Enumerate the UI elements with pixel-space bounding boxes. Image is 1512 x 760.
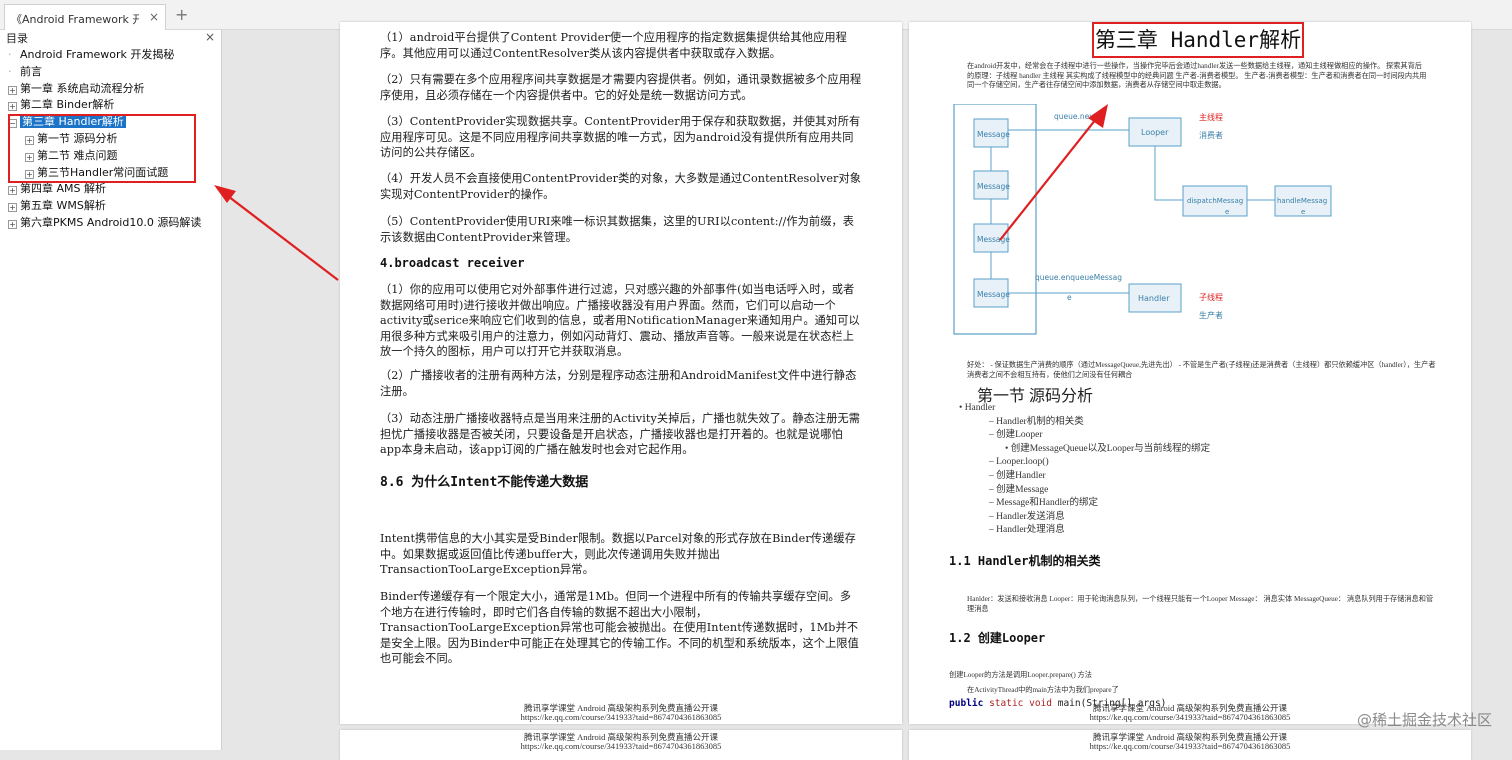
highlight-box: [8, 114, 196, 183]
new-tab-icon[interactable]: +: [175, 5, 188, 24]
looper-label: Looper: [1141, 128, 1169, 137]
page-footer: 腾讯享学课堂 Android 高级架构系列免费直播公开课 https://ke.…: [340, 704, 902, 722]
benefit-text: 好处： - 保证数据生产消费的顺序（通过MessageQueue,先进先出） -…: [967, 361, 1437, 380]
toc-item[interactable]: ·Android Framework 开发揭秘: [8, 47, 218, 64]
paragraph: （2）广播接收者的注册有两种方法，分别是程序动态注册和AndroidManife…: [380, 368, 862, 399]
subsection-heading: 1.1 Handler机制的相关类: [949, 552, 1100, 569]
paragraph: （5）ContentProvider使用URI来唯一标识其数据集，这里的URI以…: [380, 214, 862, 245]
toc-item-label: 前言: [20, 65, 42, 78]
toc-item-label: 第一章 系统启动流程分析: [20, 82, 145, 95]
toc-item[interactable]: +第六章PKMS Android10.0 源码解读: [8, 215, 218, 232]
section-outline: • Handler– Handler机制的相关类– 创建Looper• 创建Me…: [959, 402, 1210, 538]
dispatch-label: dispatchMessag: [1187, 197, 1243, 205]
tab-close-icon[interactable]: ×: [149, 10, 159, 24]
toc-item[interactable]: ·前言: [8, 64, 218, 81]
child-thread-label: 子线程: [1199, 292, 1223, 302]
pdf-page-next-right: 腾讯享学课堂 Android 高级架构系列免费直播公开课 https://ke.…: [909, 730, 1471, 760]
section-heading: 4.broadcast receiver: [380, 256, 525, 270]
subsection-text: Hanlder：发送和接收消息 Looper：用于轮询消息队列，一个线程只能有一…: [967, 595, 1437, 614]
expand-icon[interactable]: +: [8, 102, 17, 111]
paragraph: （3）ContentProvider实现数据共享。ContentProvider…: [380, 114, 862, 161]
handle-label: handleMessag: [1277, 197, 1327, 205]
outline-item: – Handler处理消息: [959, 524, 1210, 538]
toc-header: 目录 ×: [0, 30, 221, 44]
outline-item: – 创建Looper: [959, 429, 1210, 443]
producer-label: 生产者: [1199, 310, 1223, 320]
paragraph: Intent携带信息的大小其实是受Binder限制。数据以Parcel对象的形式…: [380, 531, 862, 578]
main-thread-label: 主线程: [1199, 112, 1223, 122]
expand-icon[interactable]: +: [8, 86, 17, 95]
consumer-label: 消费者: [1199, 130, 1223, 140]
toc-item-label: 第四章 AMS 解析: [20, 182, 106, 195]
toc-item-label: Android Framework 开发揭秘: [20, 48, 174, 61]
page-header-text: 腾讯享学课堂 Android 高级架构系列免费直播公开课 https://ke.…: [909, 733, 1471, 751]
toc-item[interactable]: +第一章 系统启动流程分析: [8, 81, 218, 98]
tree-leaf-icon: ·: [8, 64, 17, 81]
expand-icon[interactable]: +: [8, 203, 17, 212]
handler-label: Handler: [1138, 294, 1170, 303]
paragraph: （2）只有需要在多个应用程序间共享数据是才需要内容提供者。例如，通讯录数据被多个…: [380, 72, 862, 103]
toc-item[interactable]: +第五章 WMS解析: [8, 198, 218, 215]
expand-icon[interactable]: +: [8, 220, 17, 229]
toc-heading: 目录: [6, 32, 28, 45]
document-tab[interactable]: 《Android Framework 开发揭秘 ×: [4, 4, 166, 30]
expand-icon[interactable]: +: [8, 186, 17, 195]
watermark: @稀土掘金技术社区: [1357, 709, 1492, 730]
toc-item[interactable]: +第二章 Binder解析: [8, 97, 218, 114]
toc-item-label: 第五章 WMS解析: [20, 199, 106, 212]
pdf-page-left: （1）android平台提供了Content Provider使一个应用程序的指…: [340, 22, 902, 724]
outline-item: – Message和Handler的绑定: [959, 497, 1210, 511]
intro-text: 在android开发中，经常会在子线程中进行一些操作，当操作完毕后会通过hand…: [967, 62, 1429, 91]
sidebar-close-icon[interactable]: ×: [205, 30, 215, 44]
subsection-heading: 1.2 创建Looper: [949, 629, 1045, 646]
tree-leaf-icon: ·: [8, 47, 17, 64]
paragraph: Binder传递缓存有一个限定大小，通常是1Mb。但同一个进程中所有的传输共享缓…: [380, 589, 862, 667]
toc-item-label: 第二章 Binder解析: [20, 98, 114, 111]
outline-item: – Handler发送消息: [959, 511, 1210, 525]
paragraph: （4）开发人员不会直接使用ContentProvider类的对象，大多数是通过C…: [380, 171, 862, 202]
outline-item: • 创建MessageQueue以及Looper与当前线程的绑定: [959, 443, 1210, 457]
dispatch-label-suffix: e: [1225, 208, 1229, 216]
subsection-text: 在ActivityThread中的main方法中为我们prepare了: [967, 686, 1119, 696]
outline-item: – 创建Message: [959, 484, 1210, 498]
toc-item[interactable]: +第四章 AMS 解析: [8, 181, 218, 198]
handle-label-suffix: e: [1301, 208, 1305, 216]
paragraph: （1）android平台提供了Content Provider使一个应用程序的指…: [380, 30, 862, 61]
enqueue-label: queue.enqueueMessag: [1035, 273, 1122, 282]
enqueue-label-suffix: e: [1067, 293, 1072, 302]
toc-sidebar: 目录 × ·Android Framework 开发揭秘·前言+第一章 系统启动…: [0, 30, 222, 750]
page-header-text: 腾讯享学课堂 Android 高级架构系列免费直播公开课 https://ke.…: [340, 733, 902, 751]
section-heading: 8.6 为什么Intent不能传递大数据: [380, 471, 588, 490]
outline-item: – Looper.loop(): [959, 456, 1210, 470]
message-label: Message: [977, 290, 1010, 299]
chapter-title: 第三章 Handler解析: [1092, 22, 1304, 58]
annotation-arrow: [990, 100, 1120, 250]
outline-item: – 创建Handler: [959, 470, 1210, 484]
footer-url: https://ke.qq.com/course/341933?taid=867…: [340, 713, 902, 722]
tab-title: 《Android Framework 开发揭秘: [11, 11, 139, 27]
annotation-arrow: [190, 170, 350, 290]
pdf-page-next-left: 腾讯享学课堂 Android 高级架构系列免费直播公开课 https://ke.…: [340, 730, 902, 760]
outline-item: • Handler: [959, 402, 1210, 416]
paragraph: （3）动态注册广播接收器特点是当用来注册的Activity关掉后，广播也就失效了…: [380, 411, 862, 458]
paragraph: （1）你的应用可以使用它对外部事件进行过滤，只对感兴趣的外部事件(如当电话呼入时…: [380, 282, 862, 360]
toc-item-label: 第六章PKMS Android10.0 源码解读: [20, 216, 201, 229]
outline-item: – Handler机制的相关类: [959, 416, 1210, 430]
subsection-text: 创建Looper的方法是调用Looper.prepare() 方法: [949, 671, 1092, 681]
